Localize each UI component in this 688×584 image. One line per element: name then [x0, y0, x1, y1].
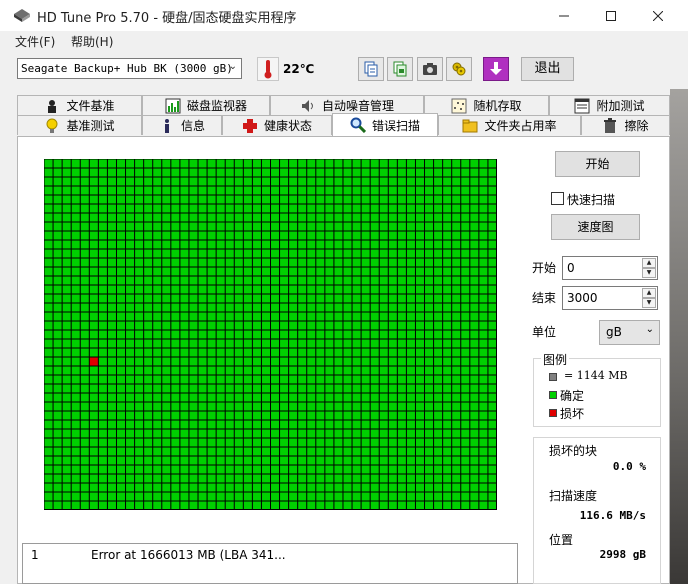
spinner-arrows[interactable]: ▲ ▼: [642, 258, 656, 278]
position-label: 位置: [549, 533, 574, 547]
maximize-icon: [606, 10, 616, 21]
extra-tests-icon: [574, 98, 590, 113]
end-position-spinner[interactable]: 3000 ▲ ▼: [562, 286, 658, 310]
quick-scan-label: 快速扫描: [567, 193, 616, 207]
spinner-arrows[interactable]: ▲ ▼: [642, 288, 656, 308]
window-title: HD Tune Pro 5.70 - 硬盘/固态硬盘实用程序: [37, 11, 297, 26]
spin-up-icon[interactable]: ▲: [642, 258, 656, 268]
folder-icon: [462, 119, 478, 132]
info-icon: [164, 118, 169, 133]
temperature-readout: 22℃: [283, 62, 315, 76]
tab-label: 错误扫描: [371, 118, 420, 133]
minimize-icon: [559, 15, 569, 16]
random-access-icon: [451, 98, 467, 113]
start-scan-button[interactable]: 开始: [555, 151, 640, 177]
position-value: 2998 gB: [599, 548, 646, 561]
error-log-list[interactable]: 1 Error at 1666013 MB (LBA 341...: [22, 543, 518, 584]
chevron-down-icon: ⌄: [228, 61, 237, 72]
tab-label: 文件夹占用率: [484, 119, 557, 133]
end-field-label: 结束: [532, 291, 557, 305]
log-index: 1: [31, 548, 39, 562]
tab-label: 信息: [180, 119, 205, 133]
legend-block-swatch: [549, 373, 557, 381]
magnifier-icon: [350, 117, 366, 133]
tab-label: 磁盘监视器: [186, 99, 247, 113]
spin-up-icon[interactable]: ▲: [642, 288, 656, 298]
legend-ok-label: 确定: [560, 389, 585, 403]
tab-error-scan[interactable]: 错误扫描: [332, 113, 438, 136]
spin-down-icon[interactable]: ▼: [642, 298, 656, 308]
hdtune-app-icon: [14, 9, 30, 22]
tab-noise-management[interactable]: 自动噪音管理: [270, 95, 424, 115]
options-icon: [452, 62, 466, 76]
tab-file-benchmark[interactable]: 文件基准: [17, 95, 142, 115]
unit-select[interactable]: gB ⌄: [599, 320, 660, 345]
copy-screenshot-icon: [393, 61, 407, 77]
camera-button[interactable]: [417, 57, 443, 81]
tab-info[interactable]: 信息: [142, 115, 222, 135]
speaker-icon: [301, 99, 313, 112]
scan-block-map: [44, 159, 497, 510]
lightbulb-icon: [46, 118, 58, 133]
menu-help[interactable]: 帮助(H): [71, 33, 113, 50]
trash-icon: [604, 117, 617, 133]
list-item[interactable]: 1 Error at 1666013 MB (LBA 341...: [23, 548, 517, 564]
scan-speed-label: 扫描速度: [549, 489, 598, 503]
maximize-button[interactable]: [588, 0, 634, 31]
unit-select-value: gB: [606, 325, 622, 339]
legend-damaged-swatch: [549, 409, 557, 417]
menu-file[interactable]: 文件(F): [15, 33, 55, 50]
tab-label: 附加测试: [596, 99, 645, 113]
end-position-value: 3000: [567, 291, 598, 305]
drive-select[interactable]: Seagate Backup+ Hub BK (3000 gB) ⌄: [17, 58, 242, 79]
thermometer-icon: [257, 57, 279, 81]
drive-select-value: Seagate Backup+ Hub BK (3000 gB): [21, 62, 233, 75]
unit-label: 单位: [532, 325, 557, 339]
disk-monitor-icon: [165, 98, 181, 113]
damaged-block: [89, 357, 99, 366]
damaged-blocks-label: 损坏的块: [549, 444, 598, 458]
start-field-label: 开始: [532, 261, 557, 275]
start-position-value: 0: [567, 261, 575, 275]
minimize-button[interactable]: [541, 0, 587, 31]
legend-block-size: = 1144 MB: [564, 369, 628, 382]
legend-title: 图例: [541, 351, 570, 368]
tab-label: 自动噪音管理: [321, 99, 394, 113]
tab-benchmark[interactable]: 基准测试: [17, 115, 142, 135]
speed-map-button[interactable]: 速度图: [551, 214, 640, 240]
tab-disk-monitor[interactable]: 磁盘监视器: [142, 95, 270, 115]
legend-ok-swatch: [549, 391, 557, 399]
file-benchmark-icon: [48, 99, 57, 113]
scan-speed-value: 116.6 MB/s: [579, 509, 646, 522]
chevron-down-icon: ⌄: [645, 324, 654, 335]
tab-folder-usage[interactable]: 文件夹占用率: [438, 115, 581, 135]
tab-erase[interactable]: 擦除: [581, 115, 670, 135]
copy-info-icon: [364, 61, 378, 77]
tab-label: 文件基准: [66, 99, 115, 113]
tab-label: 健康状态: [263, 119, 312, 133]
download-button[interactable]: [483, 57, 509, 81]
close-icon: [653, 10, 663, 21]
camera-icon: [423, 63, 437, 75]
options-button[interactable]: [446, 57, 472, 81]
close-button[interactable]: [635, 0, 681, 31]
tab-label: 基准测试: [66, 119, 115, 133]
spin-down-icon[interactable]: ▼: [642, 268, 656, 278]
desktop-background-strip: [670, 89, 688, 584]
quick-scan-checkbox[interactable]: [551, 192, 564, 205]
log-message: Error at 1666013 MB (LBA 341...: [91, 548, 286, 562]
exit-button[interactable]: 退出: [521, 57, 574, 81]
damaged-blocks-value: 0.0 %: [612, 460, 646, 473]
health-cross-icon: [242, 118, 257, 133]
copy-screenshot-button[interactable]: [387, 57, 413, 81]
download-icon: [490, 62, 502, 75]
start-position-spinner[interactable]: 0 ▲ ▼: [562, 256, 658, 280]
tab-health[interactable]: 健康状态: [222, 115, 332, 135]
copy-info-button[interactable]: [358, 57, 384, 81]
tab-extra-tests[interactable]: 附加测试: [549, 95, 670, 115]
tab-label: 随机存取: [473, 99, 522, 113]
tab-random-access[interactable]: 随机存取: [424, 95, 549, 115]
legend-damaged-label: 损坏: [560, 407, 585, 421]
tab-label: 擦除: [624, 119, 649, 133]
